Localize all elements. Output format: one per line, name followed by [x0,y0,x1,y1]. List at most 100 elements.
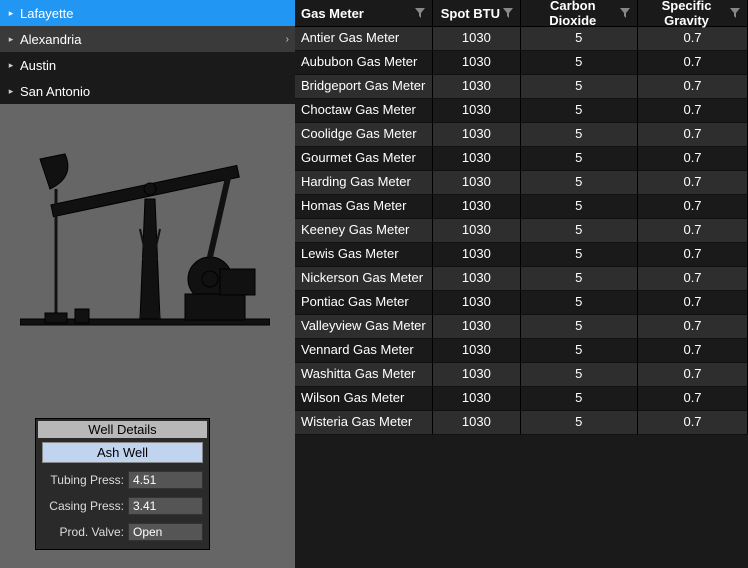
well-name-field[interactable]: Ash Well [42,442,203,463]
cell-co2: 5 [521,315,638,339]
cell-btu: 1030 [433,387,520,411]
cell-btu: 1030 [433,315,520,339]
cell-sg: 0.7 [638,99,748,123]
caret-right-icon: ▸ [6,60,16,71]
table-row[interactable]: Vennard Gas Meter103050.7 [295,339,748,363]
cell-sg: 0.7 [638,387,748,411]
cell-meter: Antier Gas Meter [295,27,433,51]
caret-right-icon: ▸ [6,86,16,97]
table-row[interactable]: Antier Gas Meter103050.7 [295,27,748,51]
table-row[interactable]: Aububon Gas Meter103050.7 [295,51,748,75]
table-row[interactable]: Bridgeport Gas Meter103050.7 [295,75,748,99]
filter-icon[interactable] [414,7,426,19]
cell-btu: 1030 [433,123,520,147]
sidebar-item-san-antonio[interactable]: ▸ San Antonio [0,78,295,104]
table-row[interactable]: Nickerson Gas Meter103050.7 [295,267,748,291]
sidebar-item-lafayette[interactable]: ▸Lafayette [0,0,295,26]
cell-meter: Aububon Gas Meter [295,51,433,75]
filter-icon[interactable] [729,7,741,19]
cell-sg: 0.7 [638,219,748,243]
table-row[interactable]: Wisteria Gas Meter103050.7 [295,411,748,435]
cell-co2: 5 [521,339,638,363]
cell-sg: 0.7 [638,339,748,363]
cell-meter: Keeney Gas Meter [295,219,433,243]
cell-sg: 0.7 [638,411,748,435]
cell-sg: 0.7 [638,123,748,147]
well-details-title: Well Details [38,421,207,438]
table-row[interactable]: Wilson Gas Meter103050.7 [295,387,748,411]
table-row[interactable]: Harding Gas Meter103050.7 [295,171,748,195]
cell-sg: 0.7 [638,291,748,315]
well-detail-value[interactable]: 3.41 [128,497,203,515]
well-detail-row: Tubing Press:4.51 [38,469,207,491]
filter-icon[interactable] [502,7,514,19]
cell-co2: 5 [521,171,638,195]
cell-meter: Valleyview Gas Meter [295,315,433,339]
column-header-label: Spot BTU [439,6,501,21]
cell-co2: 5 [521,147,638,171]
cell-sg: 0.7 [638,171,748,195]
cell-sg: 0.7 [638,75,748,99]
cell-meter: Harding Gas Meter [295,171,433,195]
cell-sg: 0.7 [638,27,748,51]
cell-btu: 1030 [433,195,520,219]
cell-co2: 5 [521,387,638,411]
cell-co2: 5 [521,267,638,291]
cell-btu: 1030 [433,219,520,243]
table-row[interactable]: Coolidge Gas Meter103050.7 [295,123,748,147]
pump-illustration-area: Well Details Ash Well Tubing Press:4.51 C… [0,104,295,568]
cell-co2: 5 [521,243,638,267]
table-row[interactable]: Washitta Gas Meter103050.7 [295,363,748,387]
well-detail-label: Casing Press: [42,499,128,513]
sidebar-item-label: San Antonio [20,84,90,99]
cell-co2: 5 [521,51,638,75]
cell-btu: 1030 [433,363,520,387]
column-header-gas-meter[interactable]: Gas Meter [295,0,433,26]
cell-btu: 1030 [433,51,520,75]
well-detail-label: Prod. Valve: [42,525,128,539]
data-grid: Gas Meter Spot BTU Carbon Dioxide Specific … [295,0,748,568]
filter-icon[interactable] [619,7,631,19]
column-header-spot-btu[interactable]: Spot BTU [433,0,520,26]
sidebar-item-alexandria[interactable]: ▸Alexandria› [0,26,295,52]
well-details-panel: Well Details Ash Well Tubing Press:4.51 C… [35,418,210,550]
cell-co2: 5 [521,363,638,387]
cell-co2: 5 [521,219,638,243]
well-detail-row: Casing Press:3.41 [38,495,207,517]
table-row[interactable]: Keeney Gas Meter103050.7 [295,219,748,243]
table-row[interactable]: Homas Gas Meter103050.7 [295,195,748,219]
cell-co2: 5 [521,99,638,123]
sidebar-item-label: Austin [20,58,56,73]
cell-meter: Lewis Gas Meter [295,243,433,267]
column-header-label: Specific Gravity [644,0,729,28]
cell-sg: 0.7 [638,243,748,267]
grid-body: Antier Gas Meter103050.7Aububon Gas Mete… [295,27,748,435]
cell-btu: 1030 [433,171,520,195]
table-row[interactable]: Gourmet Gas Meter103050.7 [295,147,748,171]
sidebar-item-austin[interactable]: ▸ Austin [0,52,295,78]
cell-meter: Washitta Gas Meter [295,363,433,387]
table-row[interactable]: Pontiac Gas Meter103050.7 [295,291,748,315]
cell-sg: 0.7 [638,147,748,171]
grid-header-row: Gas Meter Spot BTU Carbon Dioxide Specific … [295,0,748,27]
cell-co2: 5 [521,75,638,99]
column-header-carbon-dioxide[interactable]: Carbon Dioxide [521,0,638,26]
pumpjack-icon [20,129,270,329]
location-nav: ▸Lafayette▸Alexandria› ▸ Austin ▸ San Antoni… [0,0,295,104]
table-row[interactable]: Choctaw Gas Meter103050.7 [295,99,748,123]
well-detail-value[interactable]: Open [128,523,203,541]
cell-sg: 0.7 [638,195,748,219]
sidebar: ▸Lafayette▸Alexandria› ▸ Austin ▸ San Antoni… [0,0,295,568]
cell-co2: 5 [521,123,638,147]
cell-meter: Bridgeport Gas Meter [295,75,433,99]
cell-co2: 5 [521,291,638,315]
cell-btu: 1030 [433,291,520,315]
column-header-label: Carbon Dioxide [527,0,619,28]
well-detail-value[interactable]: 4.51 [128,471,203,489]
cell-meter: Nickerson Gas Meter [295,267,433,291]
cell-meter: Pontiac Gas Meter [295,291,433,315]
table-row[interactable]: Lewis Gas Meter103050.7 [295,243,748,267]
cell-btu: 1030 [433,27,520,51]
column-header-specific-gravity[interactable]: Specific Gravity [638,0,748,26]
table-row[interactable]: Valleyview Gas Meter103050.7 [295,315,748,339]
